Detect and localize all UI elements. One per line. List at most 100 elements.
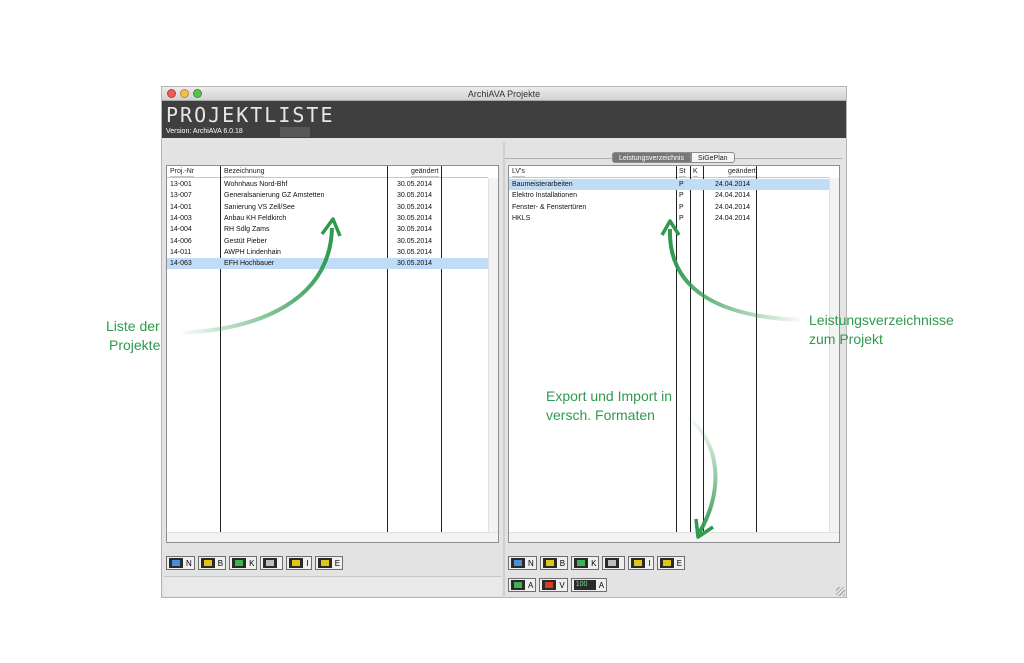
cell-name: EFH Hochbauer (224, 260, 275, 268)
annotation-line: Export und Import in (546, 388, 673, 404)
i-toolbar-button[interactable]: I (286, 556, 312, 570)
annotation-line: versch. Formaten (546, 407, 655, 423)
table-row[interactable]: 14-011 AWPH Lindenhain 30.05.2014 (167, 247, 488, 258)
app-header: PROJEKTLISTE Version: ArchiAVA 6.0.18 (162, 101, 846, 138)
delete-toolbar-button[interactable] (602, 556, 626, 570)
vertical-scrollbar[interactable] (488, 178, 498, 532)
column-header-nr[interactable]: Proj.-Nr (170, 166, 195, 177)
n-toolbar-button[interactable]: N (166, 556, 195, 570)
table-row[interactable]: 13-007 Generalsanierung GZ Amstetten 30.05… (167, 190, 488, 201)
annotation-line: zum Projekt (809, 331, 883, 347)
toolbar-button-label: A (598, 580, 605, 590)
toolbar-button-label: K (249, 558, 255, 568)
icon-glyph (634, 560, 643, 566)
icon-glyph (172, 560, 180, 566)
cell-date: 24.04.2014 (715, 214, 751, 222)
column-header-date[interactable]: geändert (728, 166, 756, 177)
a-toolbar-button[interactable]: A (508, 578, 537, 592)
minimize-window-button[interactable] (180, 89, 189, 98)
table-row[interactable]: Baumeisterarbeiten P 24.04.2014 (509, 179, 829, 191)
cell-date: 24.04.2014 (715, 181, 751, 188)
cell-date: 24.04.2014 (715, 203, 751, 211)
export-icon (317, 558, 332, 568)
icon-glyph (320, 560, 329, 566)
cell-status: P (679, 214, 684, 222)
lv-list-table[interactable]: LV's St K geändert Baumeisterarbeiten P 24… (508, 165, 840, 543)
export-icon (659, 558, 674, 568)
cell-proj-nr: 14-003 (170, 214, 192, 222)
table-row[interactable]: 14-003 Anbau KH Feldkirch 30.05.2014 (167, 213, 488, 224)
header-divider (509, 177, 829, 178)
import-icon (631, 558, 646, 568)
cell-date: 30.05.2014 (397, 181, 433, 188)
resize-grip[interactable] (836, 587, 845, 596)
tab-leistungsverzeichnis[interactable]: Leistungsverzeichnis (612, 152, 691, 163)
horizontal-scrollbar[interactable] (167, 532, 498, 542)
version-box (280, 127, 310, 137)
cell-date: 30.05.2014 (397, 214, 433, 222)
tab-sigeplan[interactable]: SiGePlan (690, 152, 735, 163)
green-100-icon: 100 (573, 580, 596, 590)
toolbar-button-label: N (528, 558, 534, 568)
table-row[interactable]: 14-001 Sanierung VS Zell/See 30.05.2014 (167, 202, 488, 213)
project-list-table[interactable]: Proj.-Nr Bezeichnung geändert 13-001 Wohn… (166, 165, 499, 543)
close-window-button[interactable] (167, 89, 176, 98)
red-transfer-icon (542, 580, 557, 590)
column-header-date[interactable]: geändert (411, 166, 439, 177)
icon-glyph (203, 560, 212, 566)
cell-date: 30.05.2014 (397, 260, 433, 268)
column-header-k[interactable]: K (693, 166, 698, 177)
cell-status: P (679, 192, 684, 200)
a-toolbar-button[interactable]: 100 A (570, 578, 608, 592)
cell-proj-nr: 13-007 (170, 192, 192, 200)
cell-lv-name: HKLS (512, 214, 531, 222)
toolbar-button-label: N (186, 558, 192, 568)
title-bar[interactable]: ArchiAVA Projekte (162, 87, 846, 101)
zoom-window-button[interactable] (193, 89, 202, 98)
annotation-line: Projekte (109, 337, 161, 353)
edit-project-icon (200, 558, 215, 568)
edit-lv-icon (542, 558, 557, 568)
b-toolbar-button[interactable]: B (539, 556, 569, 570)
table-row[interactable]: 13-001 Wohnhaus Nord-Bhf 30.05.2014 (167, 179, 488, 190)
split-divider[interactable] (503, 142, 505, 598)
table-row[interactable]: 14-006 Gestüt Pieber 30.05.2014 (167, 236, 488, 247)
trash-icon (263, 558, 278, 568)
annotation-projects: Liste der Projekte (106, 317, 160, 355)
e-toolbar-button[interactable]: E (314, 556, 344, 570)
table-row[interactable]: Elektro Installationen P 24.04.2014 (509, 190, 829, 201)
horizontal-scrollbar[interactable] (509, 532, 839, 542)
table-row[interactable]: Fenster- & Fenstertüren P 24.04.2014 (509, 202, 829, 213)
i-toolbar-button[interactable]: I (628, 556, 654, 570)
cell-name: AWPH Lindenhain (224, 248, 281, 256)
cell-name: Generalsanierung GZ Amstetten (224, 192, 325, 200)
v-toolbar-button[interactable]: V (539, 578, 568, 592)
copy-project-icon (232, 558, 247, 568)
k-toolbar-button[interactable]: K (571, 556, 600, 570)
window-title: ArchiAVA Projekte (467, 89, 541, 99)
cell-date: 30.05.2014 (397, 248, 433, 256)
vertical-scrollbar[interactable] (829, 178, 839, 532)
table-row[interactable]: HKLS P 24.04.2014 (509, 213, 829, 224)
cell-proj-nr: 14-006 (170, 237, 192, 245)
icon-glyph (514, 582, 522, 588)
icon-glyph (514, 560, 522, 566)
n-toolbar-button[interactable]: N (508, 556, 537, 570)
b-toolbar-button[interactable]: B (197, 556, 227, 570)
k-toolbar-button[interactable]: K (229, 556, 258, 570)
table-row[interactable]: 14-063 EFH Hochbauer 30.05.2014 (167, 258, 488, 270)
app-window: ArchiAVA Projekte PROJEKTLISTE Version: … (161, 86, 847, 598)
delete-toolbar-button[interactable] (260, 556, 284, 570)
column-header-st[interactable]: St (679, 166, 686, 177)
new-lv-icon (511, 558, 525, 568)
toolbar-button-label: E (676, 558, 683, 568)
icon-glyph (577, 560, 586, 566)
e-toolbar-button[interactable]: E (656, 556, 686, 570)
left-status-bar (164, 576, 501, 596)
table-row[interactable]: 14-004 RH Sdlg Zams 30.05.2014 (167, 224, 488, 235)
column-header-name[interactable]: Bezeichnung (224, 166, 265, 177)
column-header-lv[interactable]: LV's (512, 166, 525, 177)
cell-lv-name: Fenster- & Fenstertüren (512, 203, 587, 211)
badge-text: 100 (575, 581, 588, 588)
cell-status: P (679, 181, 684, 188)
